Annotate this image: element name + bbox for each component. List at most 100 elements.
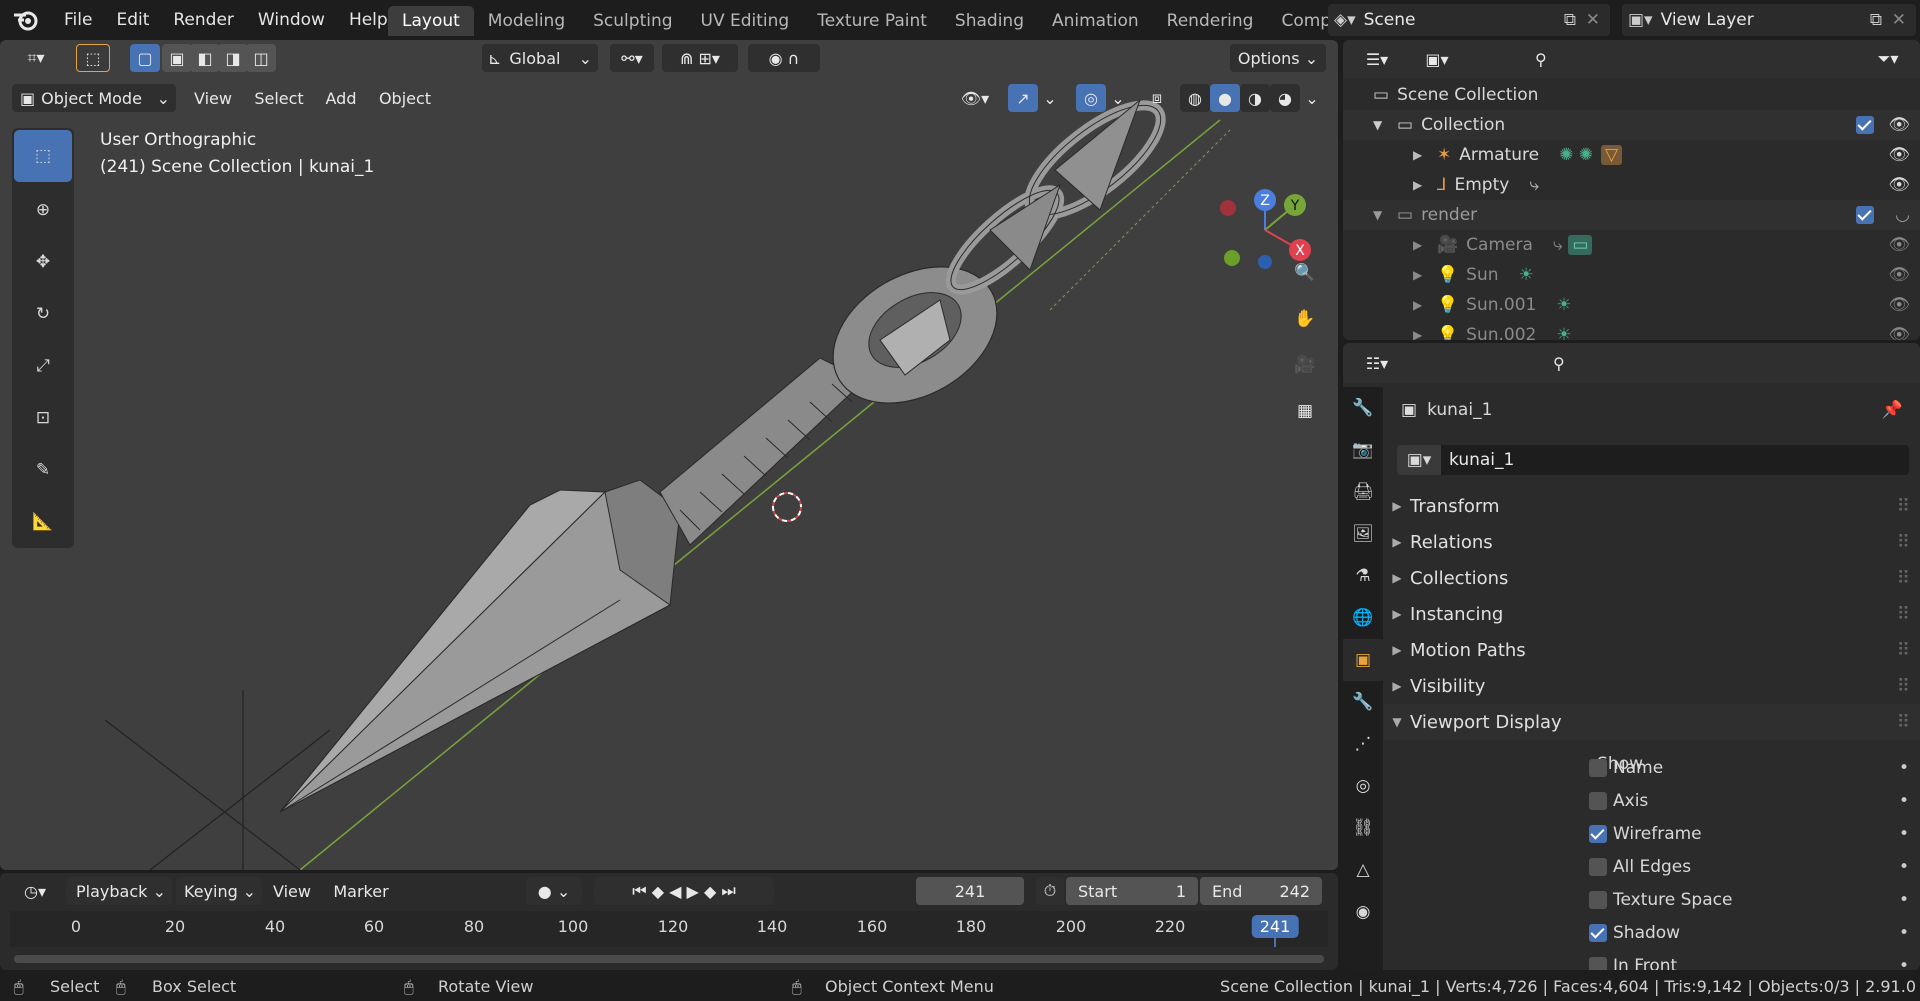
- rendered-shading-icon[interactable]: ◕: [1270, 84, 1300, 112]
- outliner-row-sun-002[interactable]: ▶ 💡 Sun.002 ☀ 👁: [1343, 320, 1920, 340]
- gizmo-toggle-icon[interactable]: ↗: [1008, 84, 1038, 112]
- next-keyframe-icon[interactable]: ◆: [704, 882, 716, 901]
- object-data-tab-icon[interactable]: △: [1343, 849, 1383, 891]
- select-mode-new-icon[interactable]: ▢: [130, 44, 160, 72]
- expand-arrow-icon[interactable]: ▶: [1413, 148, 1437, 162]
- outliner-row-collection[interactable]: ▼ ▭ Collection 👁: [1343, 110, 1920, 140]
- wireframe-checkbox[interactable]: [1589, 825, 1607, 843]
- mode-dropdown[interactable]: ▣ Object Mode ⌄: [12, 84, 176, 112]
- in-front-checkbox[interactable]: [1589, 957, 1607, 970]
- checkbox-texture-space[interactable]: Texture Space •: [1589, 885, 1909, 915]
- chevron-down-icon[interactable]: ⌄: [1302, 84, 1322, 112]
- drag-handle-icon[interactable]: ⠿: [1897, 604, 1910, 625]
- tool-tab-icon[interactable]: 🔧: [1343, 387, 1383, 429]
- end-frame-field[interactable]: End 242: [1200, 877, 1322, 905]
- keyframe-dot-icon[interactable]: •: [1899, 923, 1909, 943]
- drag-handle-icon[interactable]: ⠿: [1897, 676, 1910, 697]
- menu-render[interactable]: Render: [161, 0, 246, 40]
- datablock-selector[interactable]: ▣▾ kunai_1: [1397, 445, 1909, 475]
- transform-orientation-dropdown[interactable]: ⊾ Global ⌄: [482, 44, 598, 72]
- current-frame-field[interactable]: 241: [916, 877, 1024, 905]
- panel-transform[interactable]: ▶ Transform ⠿: [1384, 488, 1920, 524]
- options-dropdown[interactable]: Options ⌄: [1230, 44, 1326, 72]
- proportional-editing-icon[interactable]: ◉ ∩: [748, 44, 820, 72]
- keyframe-dot-icon[interactable]: •: [1899, 857, 1909, 877]
- filter-icon[interactable]: ⏷▾: [1863, 45, 1913, 73]
- viewport-menu-object[interactable]: Object: [372, 84, 438, 112]
- pan-hand-icon[interactable]: ✋: [1285, 299, 1325, 339]
- panel-relations[interactable]: ▶ Relations ⠿: [1384, 524, 1920, 560]
- keying-menu[interactable]: Keying ⌄: [176, 877, 262, 905]
- keyframe-dot-icon[interactable]: •: [1899, 956, 1909, 970]
- material-shading-icon[interactable]: ◑: [1240, 84, 1270, 112]
- play-reverse-icon[interactable]: ◀: [669, 882, 681, 901]
- drag-handle-icon[interactable]: ⠿: [1897, 712, 1910, 733]
- checkbox-all-edges[interactable]: All Edges •: [1589, 852, 1909, 882]
- shadow-checkbox[interactable]: [1589, 924, 1607, 942]
- rotate-tool-icon[interactable]: ↻: [12, 288, 74, 340]
- keyframe-dot-icon[interactable]: •: [1899, 824, 1909, 844]
- modifier-tab-icon[interactable]: 🔧: [1343, 681, 1383, 723]
- keyframe-dot-icon[interactable]: •: [1899, 791, 1909, 811]
- remove-view-layer-icon[interactable]: ✕: [1892, 10, 1906, 30]
- particles-tab-icon[interactable]: ⋰: [1343, 723, 1383, 765]
- outliner-row-camera[interactable]: ▶ 🎥 Camera ⤷ ▭ 👁: [1343, 230, 1920, 260]
- eye-icon[interactable]: 👁: [1888, 295, 1910, 315]
- tab-sculpting[interactable]: Sculpting: [579, 6, 686, 36]
- zoom-icon[interactable]: 🔍: [1285, 253, 1325, 293]
- pivot-point-icon[interactable]: ⚯▾: [610, 44, 654, 72]
- world-tab-icon[interactable]: 🌐: [1343, 597, 1383, 639]
- eye-icon[interactable]: 👁: [1888, 115, 1910, 135]
- panel-instancing[interactable]: ▶ Instancing ⠿: [1384, 596, 1920, 632]
- eye-hidden-icon[interactable]: ◡: [1895, 205, 1910, 225]
- prev-keyframe-icon[interactable]: ◆: [652, 882, 664, 901]
- scene-selector[interactable]: ◈▾ Scene ⧉ ✕: [1328, 4, 1610, 36]
- eye-icon[interactable]: 👁: [1888, 175, 1910, 195]
- tab-layout[interactable]: Layout: [388, 6, 474, 36]
- render-tab-icon[interactable]: 📷: [1343, 429, 1383, 471]
- remove-scene-icon[interactable]: ✕: [1586, 10, 1600, 30]
- view-layer-tab-icon[interactable]: 🖼: [1343, 513, 1383, 555]
- keyframe-dot-icon[interactable]: •: [1899, 890, 1909, 910]
- move-tool-icon[interactable]: ✥: [12, 236, 74, 288]
- checkbox-axis[interactable]: Axis •: [1589, 786, 1909, 816]
- output-tab-icon[interactable]: 🖨: [1343, 471, 1383, 513]
- new-scene-icon[interactable]: ⧉: [1564, 10, 1576, 30]
- outliner-row-scene-collection[interactable]: ▭ Scene Collection: [1343, 80, 1920, 110]
- tab-shading[interactable]: Shading: [941, 6, 1038, 36]
- constraints-tab-icon[interactable]: ⛓: [1343, 807, 1383, 849]
- tab-modeling[interactable]: Modeling: [474, 6, 579, 36]
- timeline-scrollbar[interactable]: [14, 955, 1324, 963]
- frame-ruler[interactable]: 0 20 40 60 80 100 120 140 160 180 200 22…: [10, 911, 1328, 947]
- playback-menu[interactable]: Playback ⌄: [66, 877, 172, 905]
- panel-collections[interactable]: ▶ Collections ⠿: [1384, 560, 1920, 596]
- drag-handle-icon[interactable]: ⠿: [1897, 532, 1910, 553]
- eye-icon[interactable]: 👁: [1888, 325, 1910, 340]
- camera-view-icon[interactable]: 🎥: [1285, 345, 1325, 385]
- expand-arrow-icon[interactable]: ▶: [1413, 238, 1437, 252]
- view-layer-selector[interactable]: ▣▾ View Layer ⧉ ✕: [1622, 4, 1916, 36]
- object-tab-icon[interactable]: ▣: [1343, 639, 1383, 681]
- outliner-editor-type-icon[interactable]: ☰▾: [1355, 45, 1399, 73]
- blender-logo-icon[interactable]: [12, 7, 40, 33]
- checkbox-shadow[interactable]: Shadow •: [1589, 918, 1909, 948]
- timeline-editor-type-icon[interactable]: ◷▾: [12, 877, 58, 905]
- eye-icon[interactable]: 👁: [1888, 145, 1910, 165]
- pin-icon[interactable]: 📌: [1882, 400, 1903, 420]
- display-mode-icon[interactable]: ▣▾: [1415, 45, 1459, 73]
- 3d-viewport[interactable]: ⌗▾ ⬚ ▢ ▣ ◧ ◨ ◫ ⊾ Global ⌄ ⚯▾ ⋒ ⊞▾ ◉ ∩ Op…: [0, 40, 1338, 870]
- outliner-row-sun-001[interactable]: ▶ 💡 Sun.001 ☀ 👁: [1343, 290, 1920, 320]
- exclude-checkbox[interactable]: [1856, 206, 1874, 224]
- visibility-eye-icon[interactable]: 👁▾: [952, 84, 998, 112]
- outliner-row-sun[interactable]: ▶ 💡 Sun ☀ 👁: [1343, 260, 1920, 290]
- keyframe-dot-icon[interactable]: •: [1899, 758, 1909, 778]
- preview-range-icon[interactable]: ⏱: [1036, 877, 1064, 905]
- select-mode-intersect-icon[interactable]: ◫: [246, 44, 276, 72]
- datablock-name-field[interactable]: kunai_1: [1441, 445, 1909, 475]
- properties-search-input[interactable]: ⚲: [1545, 349, 1717, 377]
- panel-motion-paths[interactable]: ▶ Motion Paths ⠿: [1384, 632, 1920, 668]
- drag-handle-icon[interactable]: ⠿: [1897, 640, 1910, 661]
- expand-arrow-icon[interactable]: ▶: [1413, 328, 1437, 340]
- scale-tool-icon[interactable]: ⤢: [12, 340, 74, 392]
- object-browse-icon[interactable]: ▣▾: [1397, 445, 1441, 475]
